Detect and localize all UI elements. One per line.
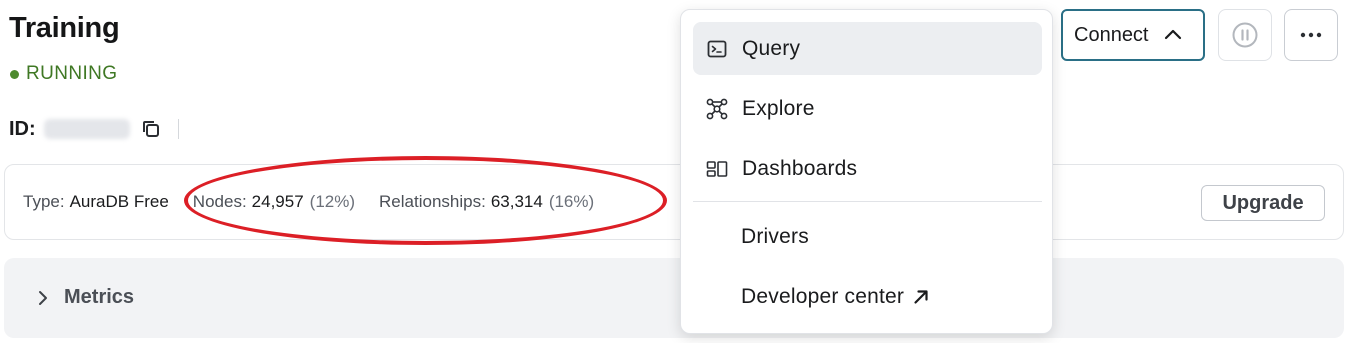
nodes-percent: (12%) — [309, 192, 356, 211]
nodes-value: 24,957 — [251, 192, 304, 211]
type-value: AuraDB Free — [69, 192, 169, 211]
chevron-up-icon — [1164, 29, 1181, 40]
pause-icon — [1232, 22, 1258, 48]
id-label: ID: — [9, 117, 36, 140]
menu-item-drivers[interactable]: Drivers — [693, 210, 1042, 263]
connect-dropdown-menu: Query Explore Dashboards Drivers Develop… — [680, 9, 1053, 334]
menu-item-label: Developer center — [741, 284, 905, 308]
id-divider — [177, 119, 179, 139]
more-horizontal-icon — [1300, 32, 1322, 38]
connect-label: Connect — [1074, 23, 1149, 46]
status-dot-icon — [10, 69, 19, 79]
dashboard-icon — [706, 158, 728, 180]
menu-item-query[interactable]: Query — [693, 22, 1042, 75]
page-title: Training — [9, 12, 120, 44]
external-link-icon — [914, 289, 928, 304]
id-value-redacted — [43, 119, 130, 139]
chevron-right-icon — [39, 291, 47, 305]
upgrade-button[interactable]: Upgrade — [1201, 185, 1325, 221]
nodes-label: Nodes: — [192, 192, 247, 211]
menu-item-label: Dashboards — [742, 156, 858, 180]
menu-item-dashboards[interactable]: Dashboards — [693, 142, 1042, 195]
status-indicator: RUNNING — [10, 63, 117, 85]
id-row: ID: — [9, 116, 179, 142]
graph-icon — [706, 98, 728, 120]
connect-button[interactable]: Connect — [1061, 9, 1205, 61]
copy-id-button[interactable] — [140, 118, 162, 140]
relationships-label: Relationships: — [379, 192, 486, 211]
metrics-label: Metrics — [64, 286, 135, 308]
menu-item-label: Drivers — [741, 224, 809, 248]
relationships-percent: (16%) — [548, 192, 595, 211]
menu-item-developer-center[interactable]: Developer center — [693, 270, 1042, 323]
menu-item-explore[interactable]: Explore — [693, 82, 1042, 135]
instance-info-row: Type: AuraDB Free Nodes: 24,957 (12%) Re… — [23, 192, 594, 212]
relationships-value: 63,314 — [490, 192, 543, 211]
menu-item-label: Explore — [742, 96, 815, 120]
instance-info-card: Type: AuraDB Free Nodes: 24,957 (12%) Re… — [4, 164, 1344, 240]
pause-button[interactable] — [1218, 9, 1272, 61]
more-options-button[interactable] — [1284, 9, 1338, 61]
terminal-icon — [706, 38, 728, 60]
menu-separator — [693, 201, 1042, 202]
type-label: Type: — [23, 192, 65, 211]
copy-icon — [142, 121, 159, 137]
menu-item-label: Query — [742, 36, 801, 60]
status-text: RUNNING — [26, 63, 118, 84]
metrics-panel[interactable]: Metrics — [4, 258, 1344, 338]
